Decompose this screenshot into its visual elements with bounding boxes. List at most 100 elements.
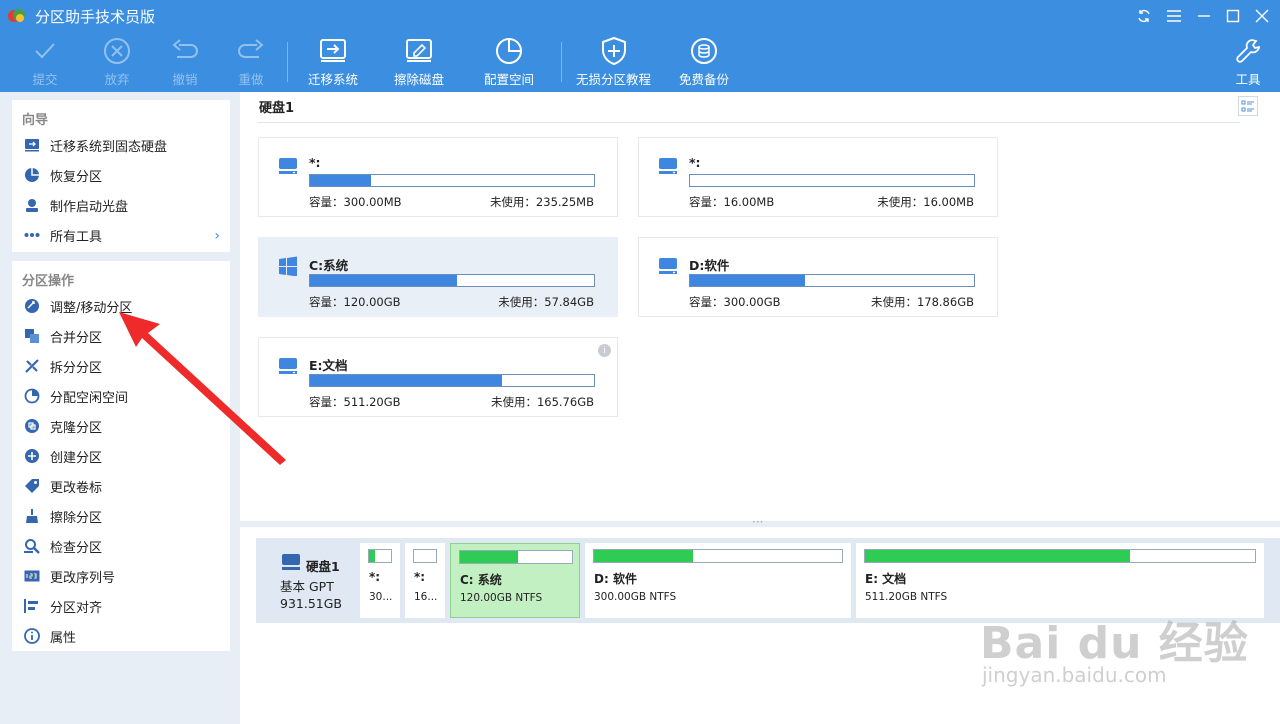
backup-button[interactable]: 免费备份: [679, 36, 729, 88]
sidebar-item-create[interactable]: 创建分区: [12, 441, 230, 471]
undo-button[interactable]: 撤销: [169, 36, 201, 88]
partition-card[interactable]: C:系统 容量：120.00GB 未使用：57.84GB: [258, 237, 618, 317]
sidebar-item-label: 分配空闲空间: [50, 390, 129, 406]
sidebar-item-label: 克隆分区: [50, 420, 103, 436]
partition-name: *:: [309, 155, 321, 170]
toolbar: 提交 放弃 撤销 重做 迁移系统 擦除磁盘 配置空间 无损分区教程 免费备份 工…: [0, 32, 1280, 92]
drive-icon: [659, 258, 677, 274]
partition-desc: 120.00GB NTFS: [460, 592, 543, 604]
wipe-disk-button[interactable]: 擦除磁盘: [394, 36, 444, 88]
drive-icon: [659, 158, 677, 174]
capacity-text: 容量：16.00MB: [689, 195, 775, 209]
sidebar-item-label: 恢复分区: [50, 169, 103, 185]
submit-button[interactable]: 提交: [29, 36, 61, 88]
backup-icon: [688, 36, 720, 66]
sidebar-item-label: 拆分分区: [50, 360, 103, 376]
sidebar-item-migrate-ssd[interactable]: 迁移系统到固态硬盘: [12, 130, 230, 160]
sidebar-item-align[interactable]: 分区对齐: [12, 591, 230, 621]
wrench-icon: [1232, 36, 1264, 66]
wizard-title: 向导: [22, 113, 49, 128]
disk-size: 931.51GB: [280, 596, 342, 611]
partition-desc: 16...: [414, 591, 438, 603]
free-text: 未使用：235.25MB: [489, 195, 594, 209]
maximize-icon[interactable]: [1223, 6, 1243, 26]
tutorial-button[interactable]: 无损分区教程: [576, 36, 651, 88]
partition-desc: 30...: [369, 591, 393, 603]
partition-block[interactable]: C: 系统 120.00GB NTFS: [450, 543, 580, 618]
usage-bar: [413, 549, 437, 563]
refresh-icon[interactable]: [1134, 6, 1154, 26]
toolbar-separator: [287, 42, 288, 82]
sidebar-item-recover-partition[interactable]: 恢复分区: [12, 160, 230, 190]
sidebar-item-check[interactable]: 检查分区: [12, 531, 230, 561]
view-toggle-icon[interactable]: [1238, 96, 1258, 116]
capacity-text: 容量：300.00GB: [689, 295, 781, 309]
check-icon: [24, 538, 40, 554]
partition-name: E: 文档: [865, 572, 907, 586]
partition-ops-panel: 分区操作 调整/移动分区 合并分区 拆分分区 分配空闲空间 克隆分区 创建分区 …: [12, 261, 230, 651]
shield-icon: [598, 36, 630, 66]
disk-title: 硬盘1: [259, 101, 295, 116]
migrate-os-button[interactable]: 迁移系统: [308, 36, 358, 88]
partition-name: D: 软件: [594, 572, 637, 586]
split-icon: [24, 358, 40, 374]
sidebar-item-wipe-partition[interactable]: 擦除分区: [12, 501, 230, 531]
partition-block[interactable]: *: 16...: [405, 543, 445, 618]
usage-fill: [369, 550, 376, 562]
free-text: 未使用：16.00MB: [877, 195, 974, 209]
toolbar-separator: [561, 42, 562, 82]
sidebar-item-split[interactable]: 拆分分区: [12, 351, 230, 381]
main-panel: 硬盘1 *: 容量：300.00MB 未使用：235.25MB *: 容量：16…: [240, 92, 1280, 522]
sidebar-item-serial[interactable]: 更改序列号: [12, 561, 230, 591]
partition-card[interactable]: *: 容量：16.00MB 未使用：16.00MB: [638, 137, 998, 217]
watermark: Bai du 经验 jingyan.baidu.com: [980, 585, 1270, 695]
usage-bar: [309, 274, 595, 287]
usage-fill: [460, 551, 519, 563]
usage-fill: [310, 375, 502, 386]
divider-line: [258, 122, 1240, 123]
app-logo-icon: [8, 9, 25, 22]
sidebar-item-properties[interactable]: 属性: [12, 621, 230, 651]
free-text: 未使用：165.76GB: [490, 395, 594, 409]
usage-bar: [689, 274, 975, 287]
check-icon: [29, 36, 61, 66]
sidebar-item-resize-move[interactable]: 调整/移动分区: [12, 291, 230, 321]
sidebar-item-clone[interactable]: 克隆分区: [12, 411, 230, 441]
align-icon: [24, 598, 40, 614]
migrate-label: 迁移系统: [308, 72, 359, 87]
partition-card[interactable]: D:软件 容量：300.00GB 未使用：178.86GB: [638, 237, 998, 317]
ops-title: 分区操作: [22, 274, 75, 289]
info-icon[interactable]: i: [598, 344, 611, 357]
discard-button[interactable]: 放弃: [101, 36, 133, 88]
redo-button[interactable]: 重做: [235, 36, 267, 88]
partition-card[interactable]: *: 容量：300.00MB 未使用：235.25MB: [258, 137, 618, 217]
pie-chart-icon: [493, 36, 525, 66]
minimize-icon[interactable]: [1194, 6, 1214, 26]
sidebar-item-change-label[interactable]: 更改卷标: [12, 471, 230, 501]
sidebar-item-label: 合并分区: [50, 330, 103, 346]
usage-bar: [864, 549, 1256, 563]
more-icon: [24, 227, 40, 243]
close-icon[interactable]: [1252, 6, 1272, 26]
partition-desc: 300.00GB NTFS: [594, 591, 677, 603]
sidebar-item-merge[interactable]: 合并分区: [12, 321, 230, 351]
app-window: 分区助手技术员版 提交 放弃 撤销 重做 迁移系统 擦除磁盘 配置空间 无损分区…: [0, 0, 1280, 724]
partition-block[interactable]: *: 30...: [360, 543, 400, 618]
undo-label: 撤销: [172, 72, 198, 87]
sidebar-item-label: 属性: [50, 630, 77, 646]
tools-button[interactable]: 工具: [1232, 36, 1264, 88]
resize-icon: [24, 298, 40, 314]
redo-label: 重做: [238, 72, 264, 87]
allocate-space-button[interactable]: 配置空间: [484, 36, 534, 88]
partition-name: *:: [689, 155, 701, 170]
sidebar-item-allocate-free[interactable]: 分配空闲空间: [12, 381, 230, 411]
sidebar-item-boot-disc[interactable]: 制作启动光盘: [12, 190, 230, 220]
partition-block[interactable]: D: 软件 300.00GB NTFS: [585, 543, 851, 618]
windows-icon: [279, 256, 297, 276]
watermark-url: jingyan.baidu.com: [982, 663, 1167, 687]
usage-fill: [594, 550, 694, 562]
sidebar-item-all-tools[interactable]: 所有工具 ›: [12, 220, 230, 250]
partition-name: C: 系统: [460, 573, 502, 587]
menu-icon[interactable]: [1164, 6, 1184, 26]
partition-card[interactable]: E:文档 容量：511.20GB 未使用：165.76GB i: [258, 337, 618, 417]
